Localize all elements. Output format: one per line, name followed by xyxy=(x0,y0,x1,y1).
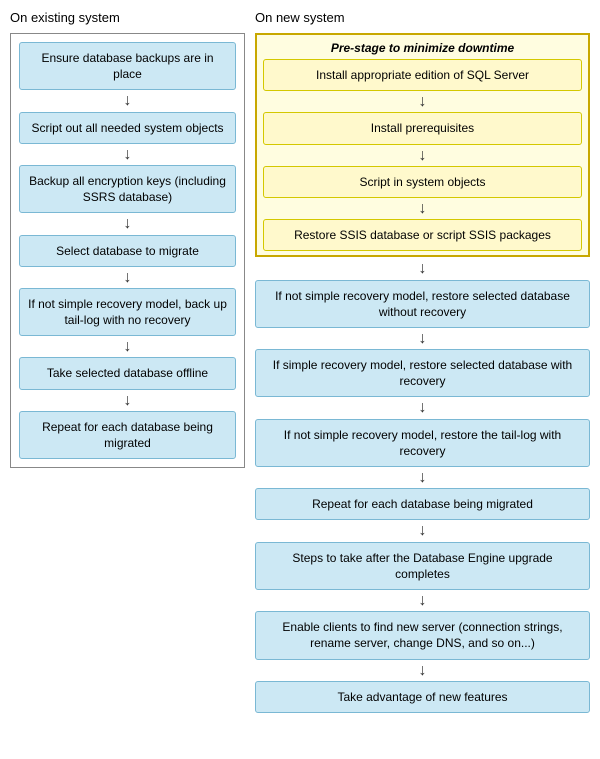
arrow-left-0: ↓ xyxy=(19,91,236,110)
right-step-4: Steps to take after the Database Engine … xyxy=(255,542,590,590)
left-box-5: Take selected database offline xyxy=(19,357,236,389)
right-header: On new system xyxy=(255,10,590,25)
left-box-1: Script out all needed system objects xyxy=(19,112,236,144)
arrow-left-2: ↓ xyxy=(19,214,236,233)
right-step-3: Repeat for each database being migrated xyxy=(255,488,590,520)
arrow-left-4: ↓ xyxy=(19,337,236,356)
left-step-6: Repeat for each database being migrated xyxy=(19,411,236,459)
right-box-4: Steps to take after the Database Engine … xyxy=(255,542,590,590)
left-box-0: Ensure database backups are in place xyxy=(19,42,236,90)
arrow-left-3: ↓ xyxy=(19,268,236,287)
prestage-title: Pre-stage to minimize downtime xyxy=(263,41,582,55)
left-step-4: If not simple recovery model, back up ta… xyxy=(19,288,236,336)
arrow-prestage-1: ↓ xyxy=(263,146,582,165)
right-box-0: If not simple recovery model, restore se… xyxy=(255,280,590,328)
left-step-3: Select database to migrate xyxy=(19,235,236,267)
arrow-prestage-0: ↓ xyxy=(263,92,582,111)
prestage-step-3: Restore SSIS database or script SSIS pac… xyxy=(263,219,582,251)
arrow-right-6: ↓ xyxy=(255,661,590,680)
right-step-1: If simple recovery model, restore select… xyxy=(255,349,590,397)
left-box-3: Select database to migrate xyxy=(19,235,236,267)
arrow-prestage-2: ↓ xyxy=(263,199,582,218)
left-step-5: Take selected database offline xyxy=(19,357,236,389)
left-header: On existing system xyxy=(10,10,245,25)
left-box-2: Backup all encryption keys (including SS… xyxy=(19,165,236,213)
prestage-box-2: Script in system objects xyxy=(263,166,582,198)
right-step-6: Take advantage of new features xyxy=(255,681,590,713)
prestage-box-3: Restore SSIS database or script SSIS pac… xyxy=(263,219,582,251)
left-step-0: Ensure database backups are in place xyxy=(19,42,236,90)
prestage-box-1: Install prerequisites xyxy=(263,112,582,144)
prestage-container: Pre-stage to minimize downtime Install a… xyxy=(255,33,590,257)
left-column: On existing system Ensure database backu… xyxy=(10,10,245,713)
left-flowchart: Ensure database backups are in place ↓ S… xyxy=(10,33,245,468)
arrow-left-5: ↓ xyxy=(19,391,236,410)
left-step-1: Script out all needed system objects xyxy=(19,112,236,144)
arrow-right-3: ↓ xyxy=(255,468,590,487)
arrow-right-1: ↓ xyxy=(255,329,590,348)
right-step-2: If not simple recovery model, restore th… xyxy=(255,419,590,467)
prestage-step-1: Install prerequisites xyxy=(263,112,582,144)
arrow-right-4: ↓ xyxy=(255,521,590,540)
right-column: On new system Pre-stage to minimize down… xyxy=(255,10,590,713)
right-box-1: If simple recovery model, restore select… xyxy=(255,349,590,397)
right-box-6: Take advantage of new features xyxy=(255,681,590,713)
prestage-step-2: Script in system objects xyxy=(263,166,582,198)
arrow-right-2: ↓ xyxy=(255,398,590,417)
prestage-box-0: Install appropriate edition of SQL Serve… xyxy=(263,59,582,91)
arrow-left-1: ↓ xyxy=(19,145,236,164)
left-box-6: Repeat for each database being migrated xyxy=(19,411,236,459)
right-step-0: If not simple recovery model, restore se… xyxy=(255,280,590,328)
arrow-right-5: ↓ xyxy=(255,591,590,610)
prestage-step-0: Install appropriate edition of SQL Serve… xyxy=(263,59,582,91)
right-step-5: Enable clients to find new server (conne… xyxy=(255,611,590,659)
left-box-4: If not simple recovery model, back up ta… xyxy=(19,288,236,336)
right-box-3: Repeat for each database being migrated xyxy=(255,488,590,520)
right-box-2: If not simple recovery model, restore th… xyxy=(255,419,590,467)
arrow-right-0: ↓ xyxy=(255,259,590,278)
right-box-5: Enable clients to find new server (conne… xyxy=(255,611,590,659)
left-step-2: Backup all encryption keys (including SS… xyxy=(19,165,236,213)
